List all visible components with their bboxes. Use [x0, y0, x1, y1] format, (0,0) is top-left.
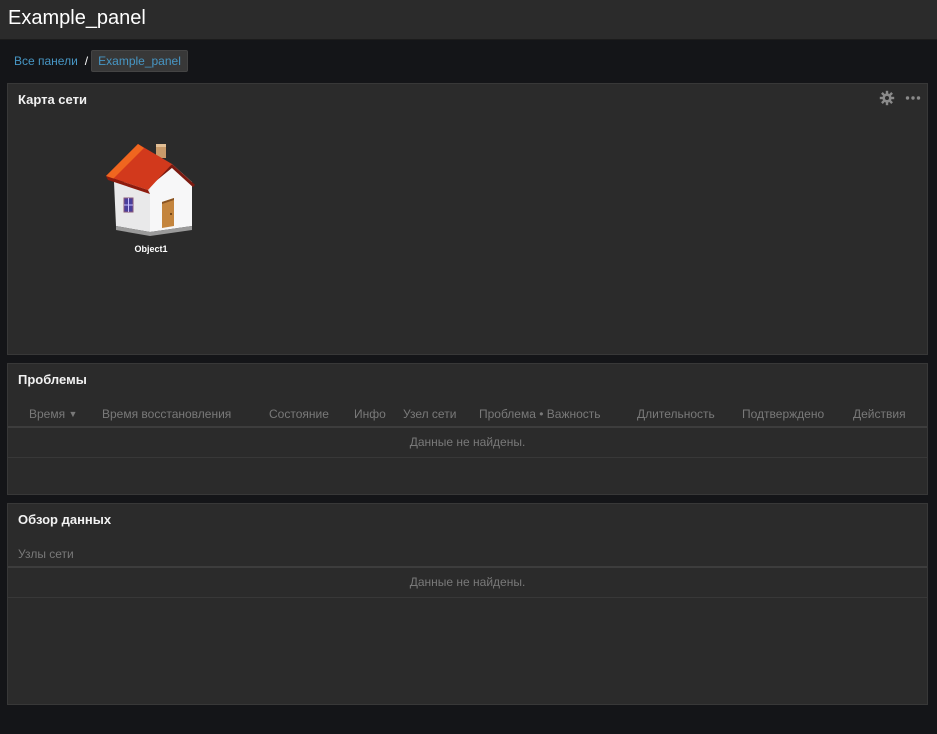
problems-empty-row: Данные не найдены. [8, 427, 927, 458]
column-header-duration: Длительность [637, 407, 715, 421]
more-options-icon[interactable] [905, 90, 921, 106]
page-header: Example_panel [0, 0, 937, 40]
column-header-host[interactable]: Узел сети [403, 407, 456, 421]
data-overview-table-header: Узлы сети [8, 542, 927, 568]
gear-icon[interactable] [879, 90, 895, 106]
column-header-recovery-time[interactable]: Время восстановления [102, 407, 231, 421]
column-header-hosts: Узлы сети [18, 547, 74, 561]
column-header-ack: Подтверждено [742, 407, 825, 421]
problems-widget: Проблемы Время ▼ Время восстановления Со… [7, 363, 928, 495]
problems-table-header: Время ▼ Время восстановления Состояние И… [8, 402, 927, 428]
map-widget: Карта сети Object1 [7, 83, 928, 355]
problems-widget-title: Проблемы [18, 372, 87, 387]
column-header-time[interactable]: Время ▼ [29, 407, 77, 421]
breadcrumb-current-dashboard[interactable]: Example_panel [91, 50, 188, 72]
column-header-actions: Действия [853, 407, 906, 421]
breadcrumb-separator: / [84, 54, 89, 68]
data-overview-empty-row: Данные не найдены. [8, 567, 927, 598]
map-element-object1[interactable] [104, 140, 200, 240]
map-element-label: Object1 [134, 244, 168, 254]
house-icon [106, 144, 196, 236]
map-widget-title: Карта сети [18, 92, 87, 107]
column-header-info: Инфо [354, 407, 386, 421]
sort-desc-icon: ▼ [68, 409, 78, 419]
column-header-time-label: Время [29, 407, 66, 421]
data-overview-widget: Обзор данных Узлы сети Данные не найдены… [7, 503, 928, 705]
page-title: Example_panel [8, 7, 146, 29]
widget-controls [879, 90, 921, 106]
breadcrumb: Все панели / Example_panel [8, 50, 188, 72]
column-header-status[interactable]: Состояние [269, 407, 329, 421]
data-overview-widget-title: Обзор данных [18, 512, 112, 527]
breadcrumb-all-dashboards[interactable]: Все панели [8, 50, 84, 72]
column-header-problem-severity[interactable]: Проблема • Важность [479, 407, 601, 421]
